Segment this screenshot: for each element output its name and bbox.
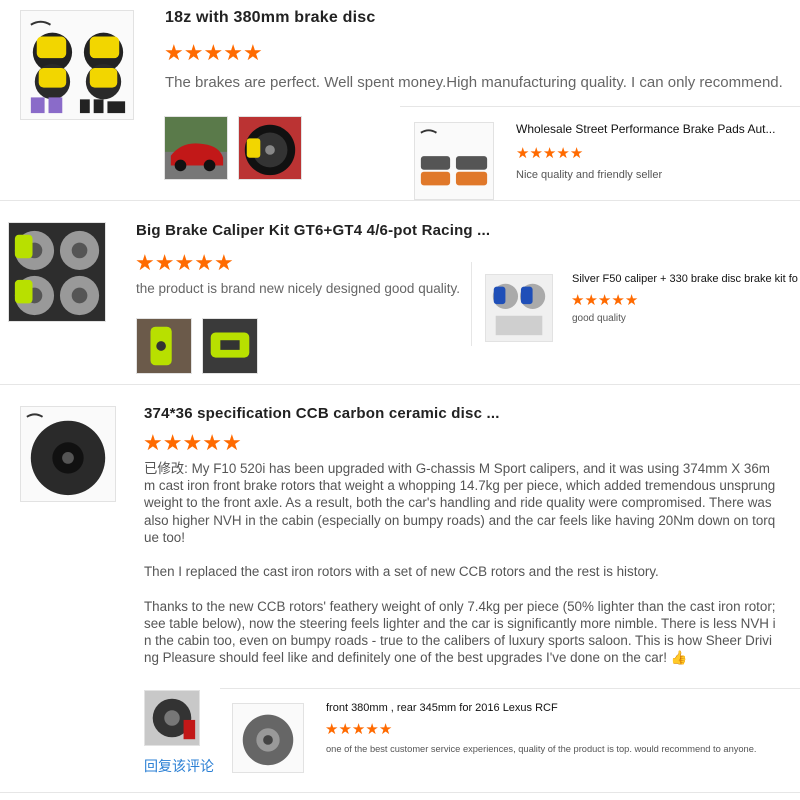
product-thumbnail[interactable]: [8, 222, 106, 322]
star-icon: ★: [378, 721, 393, 738]
divider: [220, 688, 800, 689]
star-icon: ★: [154, 250, 175, 275]
brake-pads-image: [415, 123, 493, 199]
red-car-photo: [165, 117, 227, 179]
review-product-title[interactable]: Silver F50 caliper + 330 brake disc brak…: [572, 273, 798, 285]
product-thumbnail[interactable]: [232, 703, 304, 773]
brake-disc-image: [233, 704, 303, 772]
star-rating: ★ ★ ★ ★ ★: [516, 146, 583, 161]
star-icon: ★: [162, 430, 183, 455]
star-icon: ★: [325, 721, 339, 738]
star-icon: ★: [542, 145, 557, 162]
green-brake-kit-image: [9, 223, 105, 321]
star-rating: ★ ★ ★ ★ ★: [135, 252, 234, 274]
review-text: one of the best customer service experie…: [326, 744, 757, 754]
star-icon: ★: [183, 40, 204, 65]
review-photo[interactable]: [238, 116, 302, 180]
star-icon: ★: [223, 40, 243, 65]
review-photo[interactable]: [164, 116, 228, 180]
review-text: good quality: [572, 313, 626, 324]
star-icon: ★: [135, 250, 155, 275]
carbon-ceramic-disc-image: [21, 407, 115, 501]
blue-brake-kit-image: [486, 275, 552, 341]
star-icon: ★: [202, 430, 222, 455]
star-icon: ★: [569, 145, 584, 162]
edited-prefix: 已修改:: [144, 461, 192, 476]
review-product-title[interactable]: Wholesale Street Performance Brake Pads …: [516, 122, 784, 136]
star-rating: ★ ★ ★ ★ ★: [143, 432, 242, 454]
review-text: The brakes are perfect. Well spent money…: [165, 74, 783, 91]
divider: [0, 200, 800, 201]
star-icon: ★: [516, 145, 530, 162]
star-icon: ★: [242, 40, 263, 65]
star-icon: ★: [584, 292, 598, 309]
review-photo[interactable]: [144, 690, 200, 746]
review-product-title[interactable]: front 380mm , rear 345mm for 2016 Lexus …: [326, 702, 558, 714]
star-icon: ★: [221, 430, 242, 455]
caliper-photo: [137, 319, 191, 373]
star-icon: ★: [556, 145, 570, 162]
review-text: the product is brand new nicely designed…: [136, 281, 460, 296]
star-icon: ★: [203, 40, 224, 65]
review-photo[interactable]: [202, 318, 258, 374]
star-icon: ★: [571, 292, 585, 309]
star-icon: ★: [174, 250, 195, 275]
star-rating: ★ ★ ★ ★ ★: [571, 293, 638, 308]
review-paragraph: Then I replaced the cast iron rotors wit…: [144, 564, 659, 580]
star-rating: ★ ★ ★ ★ ★: [164, 42, 263, 64]
star-icon: ★: [213, 250, 234, 275]
star-icon: ★: [611, 292, 625, 309]
star-rating: ★ ★ ★ ★ ★: [325, 722, 392, 737]
product-thumbnail[interactable]: [414, 122, 494, 200]
star-icon: ★: [597, 292, 612, 309]
star-icon: ★: [164, 40, 184, 65]
reply-link[interactable]: 回复该评论: [144, 756, 214, 776]
star-icon: ★: [529, 145, 543, 162]
review-text: 已修改: My F10 520i has been upgraded with …: [144, 460, 776, 666]
review-product-title[interactable]: 374*36 specification CCB carbon ceramic …: [144, 405, 500, 422]
yellow-brake-kit-image: [21, 11, 133, 119]
star-icon: ★: [624, 292, 639, 309]
divider: [400, 106, 800, 107]
star-icon: ★: [351, 721, 366, 738]
star-icon: ★: [338, 721, 352, 738]
review-text: Nice quality and friendly seller: [516, 169, 663, 181]
review-paragraph: Thanks to the new CCB rotors' feathery w…: [144, 598, 776, 666]
review-product-title[interactable]: Big Brake Caliper Kit GT6+GT4 4/6-pot Ra…: [136, 222, 490, 239]
divider: [0, 792, 800, 793]
star-icon: ★: [143, 430, 163, 455]
wheel-caliper-photo: [239, 117, 301, 179]
review-product-title[interactable]: 18z with 380mm brake disc: [165, 9, 375, 27]
disc-photo: [145, 691, 199, 745]
star-icon: ★: [194, 250, 214, 275]
divider: [0, 384, 800, 385]
review-photo[interactable]: [136, 318, 192, 374]
star-icon: ★: [182, 430, 203, 455]
product-thumbnail[interactable]: [20, 406, 116, 502]
review-paragraph: My F10 520i has been upgraded with G-cha…: [144, 461, 776, 545]
star-icon: ★: [365, 721, 379, 738]
product-thumbnail[interactable]: [485, 274, 553, 342]
product-thumbnail[interactable]: [20, 10, 134, 120]
caliper-photo: [203, 319, 257, 373]
divider: [471, 262, 472, 346]
